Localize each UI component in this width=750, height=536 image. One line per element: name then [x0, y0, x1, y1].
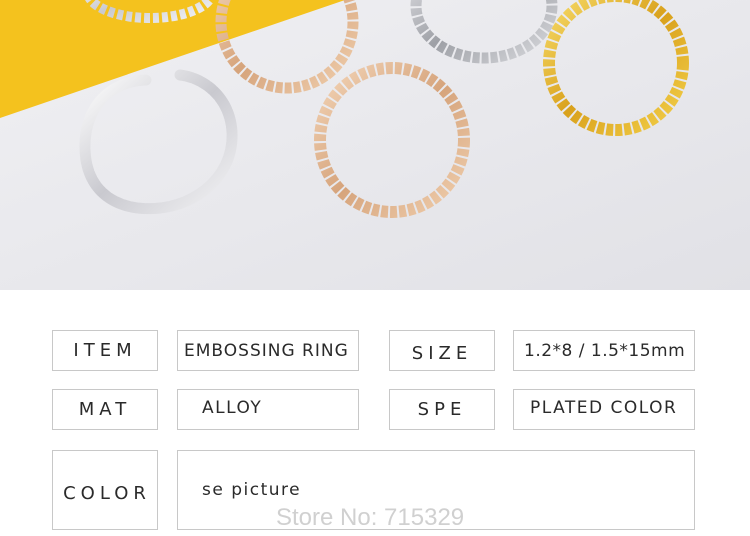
store-watermark: Store No: 715329: [276, 504, 465, 531]
size-value: 1.2*8 / 1.5*15mm: [513, 330, 695, 371]
size-label: SIZE: [389, 330, 495, 371]
item-label: ITEM: [52, 330, 158, 371]
spec-value: PLATED COLOR: [513, 389, 695, 430]
color-label: COLOR: [52, 450, 158, 530]
item-value: EMBOSSING RING: [177, 330, 359, 371]
product-photo: [0, 0, 750, 290]
material-value: ALLOY: [177, 389, 359, 430]
material-label: MAT: [52, 389, 158, 430]
rings-illustration: [0, 0, 750, 290]
spec-label: SPE: [389, 389, 495, 430]
